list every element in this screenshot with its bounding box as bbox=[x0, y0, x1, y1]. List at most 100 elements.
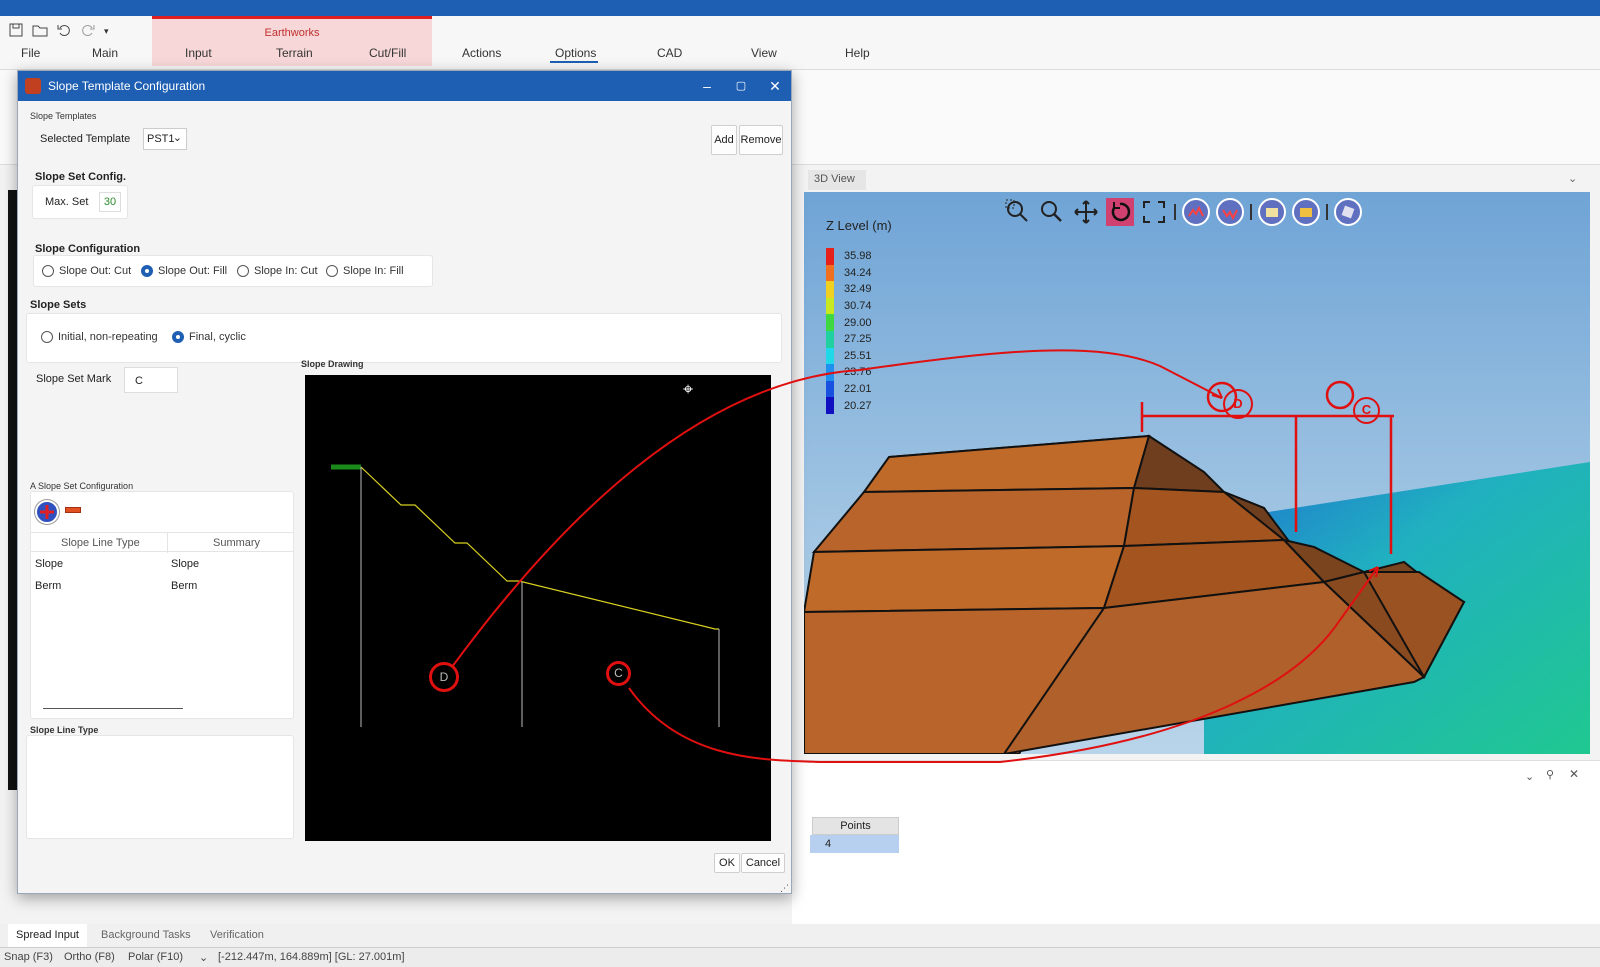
tab-input[interactable]: Input bbox=[185, 46, 212, 60]
column-header-summary[interactable]: Summary bbox=[213, 537, 260, 549]
slope-configuration-title: Slope Configuration bbox=[35, 243, 141, 255]
legend-swatch bbox=[826, 264, 834, 282]
column-header-slope-line-type[interactable]: Slope Line Type bbox=[61, 537, 140, 549]
tab-file[interactable]: File bbox=[21, 46, 40, 60]
surface-view-icon[interactable] bbox=[1292, 198, 1320, 226]
points-cell[interactable]: 4 bbox=[810, 835, 899, 853]
bottom-tab-bar: Spread Input Background Tasks Verificati… bbox=[0, 924, 1600, 947]
dialog-title-bar: Slope Template Configuration – ▢ ✕ bbox=[18, 71, 791, 101]
tab-3d-view[interactable]: 3D View bbox=[808, 170, 866, 190]
customize-qat-icon[interactable]: ▾ bbox=[104, 26, 109, 37]
layer-view-icon[interactable] bbox=[1258, 198, 1286, 226]
redo-icon[interactable] bbox=[80, 22, 96, 41]
points-column-header[interactable]: Points bbox=[812, 817, 899, 835]
legend-swatch bbox=[826, 380, 834, 398]
slope-line-type-caption: Slope Line Type bbox=[30, 725, 99, 735]
slope-templates-caption: Slope Templates bbox=[30, 111, 97, 121]
pan-icon[interactable] bbox=[1072, 198, 1100, 226]
color-legend: 35.98 34.24 32.49 30.74 29.00 27.25 25.51 23.76… bbox=[826, 248, 872, 414]
radio-circle bbox=[237, 265, 249, 277]
polar-toggle[interactable]: Polar (F10) bbox=[128, 951, 183, 963]
slope-sets-group: Initial, non-repeating Final, cyclic bbox=[26, 313, 782, 363]
slope-configuration-group: Slope Out: Cut Slope Out: Fill Slope In:… bbox=[33, 255, 433, 287]
slope-drawing-caption: Slope Drawing bbox=[301, 359, 364, 369]
tab-spread-input[interactable]: Spread Input bbox=[8, 924, 87, 947]
zoom-window-icon[interactable] bbox=[1004, 198, 1032, 226]
table-cell: Slope bbox=[35, 558, 64, 570]
zoom-icon[interactable] bbox=[1038, 198, 1066, 226]
table-cell: Berm bbox=[35, 580, 62, 592]
rotate-icon[interactable] bbox=[1106, 198, 1134, 226]
radio-slope-out-fill[interactable]: Slope Out: Fill bbox=[141, 265, 227, 277]
tab-options[interactable]: Options bbox=[555, 46, 596, 60]
window-title-bar bbox=[0, 0, 1600, 16]
radio-slope-in-cut[interactable]: Slope In: Cut bbox=[237, 265, 318, 277]
legend-swatch bbox=[826, 397, 834, 414]
chevron-down-icon[interactable]: ⌄ bbox=[1525, 770, 1534, 783]
tab-terrain[interactable]: Terrain bbox=[276, 46, 313, 60]
legend-entry: 30.74 bbox=[826, 297, 872, 315]
template-select[interactable]: PST1 ⌄ bbox=[143, 128, 187, 150]
radio-slope-in-fill[interactable]: Slope In: Fill bbox=[326, 265, 404, 277]
radio-circle bbox=[41, 331, 53, 343]
pin-icon[interactable]: ⚲ bbox=[1546, 768, 1554, 781]
tab-cut-fill[interactable]: Cut/Fill bbox=[369, 46, 406, 60]
toolbar-separator bbox=[1174, 204, 1176, 220]
undo-icon[interactable] bbox=[56, 22, 72, 41]
context-group-title: Earthworks bbox=[264, 27, 320, 39]
ok-button[interactable]: OK bbox=[714, 853, 740, 873]
tab-view[interactable]: View bbox=[751, 46, 777, 60]
slope-drawing-canvas[interactable]: D C ⌖ bbox=[305, 375, 771, 841]
profile-view-icon[interactable] bbox=[1182, 198, 1210, 226]
chevron-down-icon[interactable]: ⌄ bbox=[199, 951, 208, 964]
slope-set-config-group: Slope Set Config. Max. Set 30 bbox=[32, 169, 132, 221]
tab-cad[interactable]: CAD bbox=[657, 46, 682, 60]
3d-viewport[interactable] bbox=[804, 192, 1590, 754]
settings-view-icon[interactable] bbox=[1334, 198, 1362, 226]
slope-template-dialog: Slope Template Configuration – ▢ ✕ Slope… bbox=[17, 70, 792, 894]
radio-final-cyclic[interactable]: Final, cyclic bbox=[172, 331, 246, 343]
add-template-button[interactable]: Add bbox=[711, 125, 737, 155]
close-icon[interactable]: ✕ bbox=[1569, 767, 1579, 781]
open-folder-icon[interactable] bbox=[32, 22, 48, 41]
remove-template-button[interactable]: Remove bbox=[739, 125, 783, 155]
save-icon[interactable] bbox=[8, 22, 24, 41]
max-set-input[interactable]: 30 bbox=[99, 192, 121, 212]
legend-value: 20.27 bbox=[844, 399, 872, 412]
minimize-icon[interactable]: – bbox=[698, 77, 716, 95]
remove-row-icon[interactable] bbox=[65, 507, 81, 513]
slope-line-type-panel bbox=[26, 735, 294, 839]
ortho-toggle[interactable]: Ortho (F8) bbox=[64, 951, 115, 963]
resize-grip-icon[interactable]: ⋰ bbox=[780, 883, 789, 894]
column-divider bbox=[167, 533, 168, 553]
3d-toolbar bbox=[1004, 196, 1362, 228]
tab-actions[interactable]: Actions bbox=[462, 46, 501, 60]
tab-main[interactable]: Main bbox=[92, 46, 118, 60]
radio-label: Initial, non-repeating bbox=[58, 331, 158, 343]
maximize-icon[interactable]: ▢ bbox=[732, 77, 750, 95]
background-canvas-edge bbox=[8, 190, 17, 790]
table-row[interactable]: Berm Berm bbox=[35, 580, 197, 592]
legend-swatch bbox=[826, 297, 834, 315]
radio-slope-out-cut[interactable]: Slope Out: Cut bbox=[42, 265, 131, 277]
max-set-panel: Max. Set 30 bbox=[32, 185, 128, 219]
status-bar: Snap (F3) Ortho (F8) Polar (F10) ⌄ [-212… bbox=[0, 947, 1600, 967]
zoom-extents-icon[interactable] bbox=[1140, 198, 1168, 226]
close-icon[interactable]: ✕ bbox=[766, 77, 784, 95]
tab-help[interactable]: Help bbox=[845, 46, 870, 60]
cancel-button[interactable]: Cancel bbox=[741, 853, 785, 873]
radio-initial-non-repeating[interactable]: Initial, non-repeating bbox=[41, 331, 158, 343]
horizontal-scrollbar[interactable] bbox=[43, 708, 183, 709]
annotation-marker-d: D bbox=[1223, 389, 1253, 419]
radio-label: Slope Out: Cut bbox=[59, 265, 132, 277]
tab-verification[interactable]: Verification bbox=[210, 929, 264, 941]
section-view-icon[interactable] bbox=[1216, 198, 1244, 226]
snap-toggle[interactable]: Snap (F3) bbox=[4, 951, 53, 963]
chevron-down-icon[interactable]: ⌄ bbox=[1568, 172, 1577, 185]
slope-set-mark-input[interactable]: C bbox=[124, 367, 178, 393]
tab-background-tasks[interactable]: Background Tasks bbox=[101, 929, 191, 941]
slope-set-mark-label: Slope Set Mark bbox=[36, 373, 112, 385]
legend-value: 22.01 bbox=[844, 383, 872, 396]
table-row[interactable]: Slope Slope bbox=[35, 558, 199, 570]
add-row-icon[interactable] bbox=[35, 500, 59, 524]
